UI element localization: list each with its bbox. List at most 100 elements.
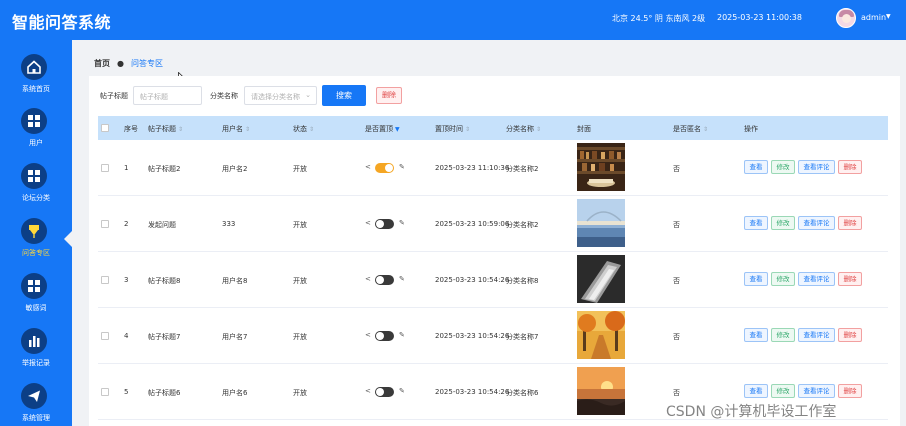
username[interactable]: admin bbox=[861, 13, 886, 22]
view-button[interactable]: 查看 bbox=[744, 160, 768, 174]
title-placeholder: 帖子标题 bbox=[140, 93, 168, 101]
breadcrumb-home[interactable]: 首页 bbox=[94, 59, 110, 68]
batch-delete-button[interactable]: 删除 bbox=[376, 87, 402, 104]
row-index: 2 bbox=[124, 220, 129, 228]
col-anonymous-label: 是否匿名 bbox=[673, 125, 701, 133]
col-cover-label: 封面 bbox=[577, 125, 591, 133]
cover-image-bookshelf[interactable] bbox=[577, 143, 625, 191]
col-user-label: 用户名 bbox=[222, 125, 243, 133]
delete-button[interactable]: 删除 bbox=[838, 160, 862, 174]
pinned-toggle[interactable] bbox=[375, 331, 394, 341]
row-title: 帖子标题2 bbox=[148, 165, 181, 173]
sort-active-icon[interactable]: ▼ bbox=[395, 126, 400, 133]
col-category-label: 分类名称 bbox=[506, 125, 534, 133]
pinned-toggle[interactable] bbox=[375, 163, 394, 173]
view-comments-button[interactable]: 查看评论 bbox=[798, 328, 835, 342]
pinned-toggle[interactable] bbox=[375, 387, 394, 397]
pencil-icon[interactable]: ✎ bbox=[399, 163, 405, 171]
edit-button[interactable]: 修改 bbox=[771, 272, 795, 286]
view-button[interactable]: 查看 bbox=[744, 216, 768, 230]
row-checkbox[interactable] bbox=[101, 388, 109, 396]
title-search-input[interactable]: 帖子标题 bbox=[133, 86, 202, 105]
col-pinned[interactable]: 是否置顶 ▼ bbox=[365, 124, 400, 134]
category-select[interactable]: 请选择分类名称 ⌄ bbox=[244, 86, 317, 105]
select-all-checkbox[interactable] bbox=[101, 124, 109, 132]
delete-button[interactable]: 删除 bbox=[838, 216, 862, 230]
table-header: 序号 帖子标题 ⇕ 用户名 ⇕ 状态 ⇕ 是否置顶 ▼ 置顶时间 ⇕ 分类名称 ⇕ 封面 是… bbox=[98, 116, 888, 140]
col-category[interactable]: 分类名称 ⇕ bbox=[506, 124, 541, 134]
sidebar-item-forum-category[interactable]: 论坛分类 bbox=[0, 163, 72, 217]
pencil-icon[interactable]: ✎ bbox=[399, 275, 405, 283]
col-pin-time[interactable]: 置顶时间 ⇕ bbox=[435, 124, 470, 134]
sort-icon[interactable]: ⇕ bbox=[178, 126, 183, 133]
row-index: 4 bbox=[124, 332, 129, 340]
bar-chart-icon bbox=[21, 328, 47, 354]
col-cover: 封面 bbox=[577, 124, 591, 134]
edit-button[interactable]: 修改 bbox=[771, 216, 795, 230]
cover-image-bridge[interactable] bbox=[577, 199, 625, 247]
grid-icon bbox=[21, 273, 47, 299]
col-status[interactable]: 状态 ⇕ bbox=[293, 124, 314, 134]
top-header: 智能问答系统 北京 24.5° 阴 东南风 2级 2025-03-23 11:0… bbox=[0, 0, 906, 40]
breadcrumb: 首页 ● 问答专区 bbox=[94, 58, 163, 69]
sort-icon[interactable]: ⇕ bbox=[703, 126, 708, 133]
sort-icon[interactable]: ⇕ bbox=[309, 126, 314, 133]
sidebar-item-users[interactable]: 用户 bbox=[0, 108, 72, 162]
view-comments-button[interactable]: 查看评论 bbox=[798, 160, 835, 174]
view-comments-button[interactable]: 查看评论 bbox=[798, 272, 835, 286]
home-icon bbox=[21, 54, 47, 80]
view-comments-button[interactable]: 查看评论 bbox=[798, 384, 835, 398]
sidebar-item-sensitive-words[interactable]: 敏感词 bbox=[0, 273, 72, 327]
pencil-icon[interactable]: ✎ bbox=[399, 219, 405, 227]
row-checkbox[interactable] bbox=[101, 276, 109, 284]
pencil-icon[interactable]: ✎ bbox=[399, 331, 405, 339]
table-row: 4 帖子标题7 用户名7 开放 < ✎ 2025-03-23 10:54:26 … bbox=[98, 308, 888, 364]
sidebar-item-qa-zone[interactable]: 问答专区 bbox=[0, 218, 72, 272]
row-checkbox[interactable] bbox=[101, 220, 109, 228]
chevron-down-icon[interactable]: ▼ bbox=[886, 13, 891, 20]
sidebar-item-system[interactable]: 系统管理 bbox=[0, 383, 72, 426]
avatar[interactable] bbox=[836, 8, 856, 28]
row-category: 分类名称6 bbox=[506, 389, 539, 397]
edit-button[interactable]: 修改 bbox=[771, 328, 795, 342]
col-title-label: 帖子标题 bbox=[148, 125, 176, 133]
sidebar-item-home[interactable]: 系统首页 bbox=[0, 54, 72, 108]
sort-icon[interactable]: ⇕ bbox=[536, 126, 541, 133]
delete-button[interactable]: 删除 bbox=[838, 328, 862, 342]
row-user: 用户名8 bbox=[222, 277, 248, 285]
delete-button[interactable]: 删除 bbox=[838, 272, 862, 286]
search-button[interactable]: 搜索 bbox=[322, 85, 366, 106]
col-title[interactable]: 帖子标题 ⇕ bbox=[148, 124, 183, 134]
breadcrumb-separator: ● bbox=[117, 59, 124, 68]
row-title: 帖子标题8 bbox=[148, 277, 181, 285]
edit-button[interactable]: 修改 bbox=[771, 160, 795, 174]
sidebar-item-label: 论坛分类 bbox=[22, 194, 50, 202]
title-filter-label: 帖子标题 bbox=[100, 92, 128, 100]
cover-image-sunset[interactable] bbox=[577, 367, 625, 415]
view-comments-button[interactable]: 查看评论 bbox=[798, 216, 835, 230]
col-anonymous[interactable]: 是否匿名 ⇕ bbox=[673, 124, 708, 134]
row-status: 开放 bbox=[293, 221, 307, 229]
pinned-toggle[interactable] bbox=[375, 219, 394, 229]
row-checkbox[interactable] bbox=[101, 332, 109, 340]
view-button[interactable]: 查看 bbox=[744, 328, 768, 342]
col-user[interactable]: 用户名 ⇕ bbox=[222, 124, 250, 134]
view-button[interactable]: 查看 bbox=[744, 384, 768, 398]
cover-image-book-pages[interactable] bbox=[577, 255, 625, 303]
row-anonymous: 否 bbox=[673, 165, 680, 173]
pencil-icon[interactable]: ✎ bbox=[399, 387, 405, 395]
sort-icon[interactable]: ⇕ bbox=[245, 126, 250, 133]
delete-button[interactable]: 删除 bbox=[838, 384, 862, 398]
sort-icon[interactable]: ⇕ bbox=[465, 126, 470, 133]
sidebar-item-label: 系统管理 bbox=[22, 414, 50, 422]
row-checkbox[interactable] bbox=[101, 164, 109, 172]
row-anonymous: 否 bbox=[673, 277, 680, 285]
pinned-toggle[interactable] bbox=[375, 275, 394, 285]
row-status: 开放 bbox=[293, 277, 307, 285]
col-actions: 操作 bbox=[744, 124, 758, 134]
view-button[interactable]: 查看 bbox=[744, 272, 768, 286]
col-status-label: 状态 bbox=[293, 125, 307, 133]
cover-image-autumn[interactable] bbox=[577, 311, 625, 359]
edit-button[interactable]: 修改 bbox=[771, 384, 795, 398]
sidebar-item-reports[interactable]: 举报记录 bbox=[0, 328, 72, 382]
